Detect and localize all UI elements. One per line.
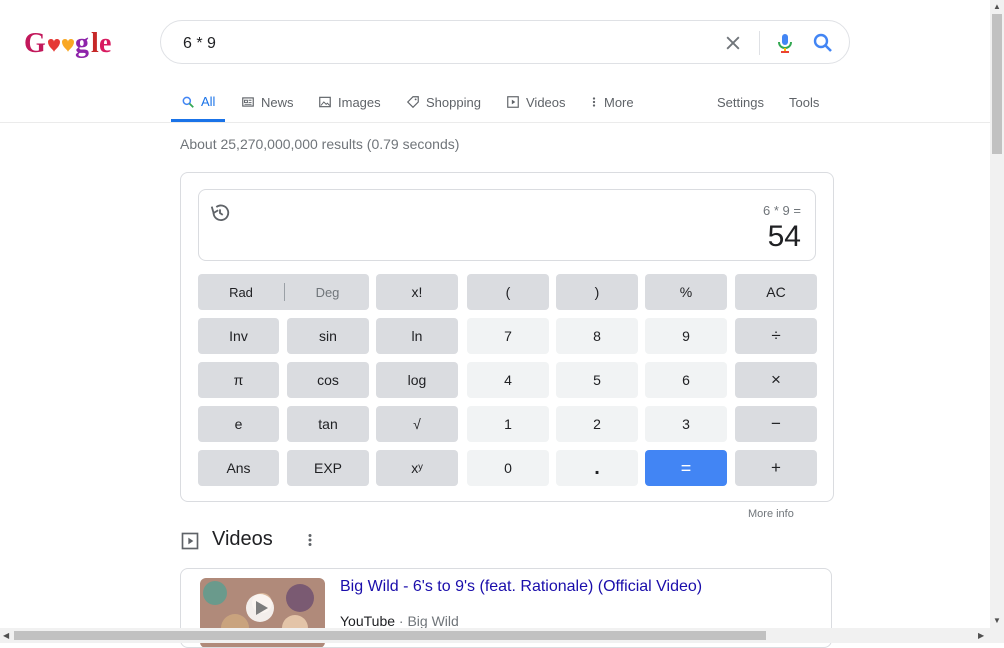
more-vertical-icon[interactable]: [302, 531, 318, 549]
factorial-button[interactable]: x!: [376, 274, 458, 310]
settings-link[interactable]: Settings: [717, 84, 764, 120]
digit-9-button[interactable]: 9: [645, 318, 727, 354]
tools-link[interactable]: Tools: [789, 84, 819, 120]
tan-button[interactable]: tan: [287, 406, 369, 442]
digit-1-button[interactable]: 1: [467, 406, 549, 442]
tag-icon: [406, 96, 419, 109]
log-button[interactable]: log: [376, 362, 458, 398]
digit-0-button[interactable]: 0: [467, 450, 549, 486]
angle-mode-toggle: Rad Deg: [198, 274, 369, 310]
answer-button[interactable]: Ans: [198, 450, 279, 486]
decimal-button[interactable]: .: [556, 450, 638, 486]
calculator-expression: 6 * 9 =: [763, 203, 801, 218]
videos-heading: Videos: [212, 528, 273, 550]
video-platform: YouTube: [340, 613, 396, 629]
tab-all-label: All: [201, 94, 216, 109]
history-icon[interactable]: [209, 202, 231, 224]
video-source: YouTube · Big Wild: [340, 613, 459, 629]
angle-mode-divider: [284, 283, 285, 301]
digit-4-button[interactable]: 4: [467, 362, 549, 398]
mic-icon[interactable]: [773, 31, 797, 55]
google-doodle-logo[interactable]: G g l e: [24, 26, 116, 60]
tab-shopping-label: Shopping: [426, 94, 481, 110]
scroll-right-arrow-icon[interactable]: ▶: [978, 631, 984, 640]
divide-button[interactable]: ÷: [735, 318, 817, 354]
plus-button[interactable]: +: [735, 450, 817, 486]
tab-videos-label: Videos: [526, 94, 566, 110]
digit-8-button[interactable]: 8: [556, 318, 638, 354]
tab-news[interactable]: News: [241, 84, 294, 120]
search-input[interactable]: [181, 32, 705, 56]
cos-button[interactable]: cos: [287, 362, 369, 398]
tab-more-label: More: [604, 94, 634, 110]
calculator-widget: 6 * 9 = 54 Rad Deg x! ( ) % AC Inv sin l…: [180, 172, 834, 502]
horizontal-scrollbar[interactable]: ◀ ▶: [0, 628, 1004, 643]
tab-videos[interactable]: Videos: [506, 84, 566, 120]
digit-2-button[interactable]: 2: [556, 406, 638, 442]
horizontal-scrollbar-thumb[interactable]: [14, 631, 766, 640]
svg-text:l: l: [91, 28, 99, 59]
video-channel: Big Wild: [407, 613, 459, 629]
search-icon: [182, 96, 194, 108]
image-icon: [319, 96, 331, 108]
news-icon: [242, 97, 254, 107]
tab-images[interactable]: Images: [318, 84, 381, 120]
scroll-left-arrow-icon[interactable]: ◀: [3, 631, 9, 640]
search-divider: [759, 31, 760, 55]
scroll-down-arrow-icon[interactable]: ▼: [993, 616, 1001, 625]
search-icon[interactable]: [811, 31, 835, 55]
digit-6-button[interactable]: 6: [645, 362, 727, 398]
more-info-link[interactable]: More info: [748, 508, 794, 520]
multiply-button[interactable]: ×: [735, 362, 817, 398]
scroll-up-arrow-icon[interactable]: ▲: [993, 2, 1001, 11]
calculator-display: 6 * 9 = 54: [198, 189, 816, 261]
video-icon: [181, 532, 199, 550]
vertical-scrollbar[interactable]: ▲ ▼: [990, 0, 1004, 628]
tab-more[interactable]: More: [590, 84, 634, 120]
euler-button[interactable]: e: [198, 406, 279, 442]
pi-button[interactable]: π: [198, 362, 279, 398]
minus-button[interactable]: −: [735, 406, 817, 442]
deg-button[interactable]: Deg: [286, 274, 369, 310]
all-clear-button[interactable]: AC: [735, 274, 817, 310]
rad-button[interactable]: Rad: [198, 274, 284, 310]
vertical-scrollbar-thumb[interactable]: [992, 14, 1002, 154]
exp-button[interactable]: EXP: [287, 450, 369, 486]
power-button[interactable]: xʸ: [376, 450, 458, 486]
sqrt-button[interactable]: √: [376, 406, 458, 442]
close-paren-button[interactable]: ): [556, 274, 638, 310]
tab-images-label: Images: [338, 94, 381, 110]
play-icon: [507, 96, 519, 108]
clear-icon[interactable]: [723, 33, 743, 53]
search-box: [160, 20, 850, 64]
calculator-result: 54: [767, 220, 801, 253]
svg-text:g: g: [75, 28, 89, 59]
search-tabs: All News Images Shopping Videos More Set…: [0, 84, 990, 123]
result-stats: About 25,270,000,000 results (0.79 secon…: [180, 136, 460, 152]
open-paren-button[interactable]: (: [467, 274, 549, 310]
video-title-link[interactable]: Big Wild - 6's to 9's (feat. Rationale) …: [340, 578, 702, 596]
tab-news-label: News: [261, 94, 294, 110]
digit-7-button[interactable]: 7: [467, 318, 549, 354]
svg-text:e: e: [99, 28, 111, 59]
sin-button[interactable]: sin: [287, 318, 369, 354]
percent-button[interactable]: %: [645, 274, 727, 310]
inverse-button[interactable]: Inv: [198, 318, 279, 354]
svg-text:G: G: [24, 28, 46, 59]
videos-header: Videos: [180, 528, 340, 554]
digit-3-button[interactable]: 3: [645, 406, 727, 442]
tab-all[interactable]: All: [171, 84, 226, 122]
digit-5-button[interactable]: 5: [556, 362, 638, 398]
tab-shopping[interactable]: Shopping: [406, 84, 481, 120]
equals-button[interactable]: =: [645, 450, 727, 486]
ln-button[interactable]: ln: [376, 318, 458, 354]
more-vertical-icon: [592, 97, 596, 107]
